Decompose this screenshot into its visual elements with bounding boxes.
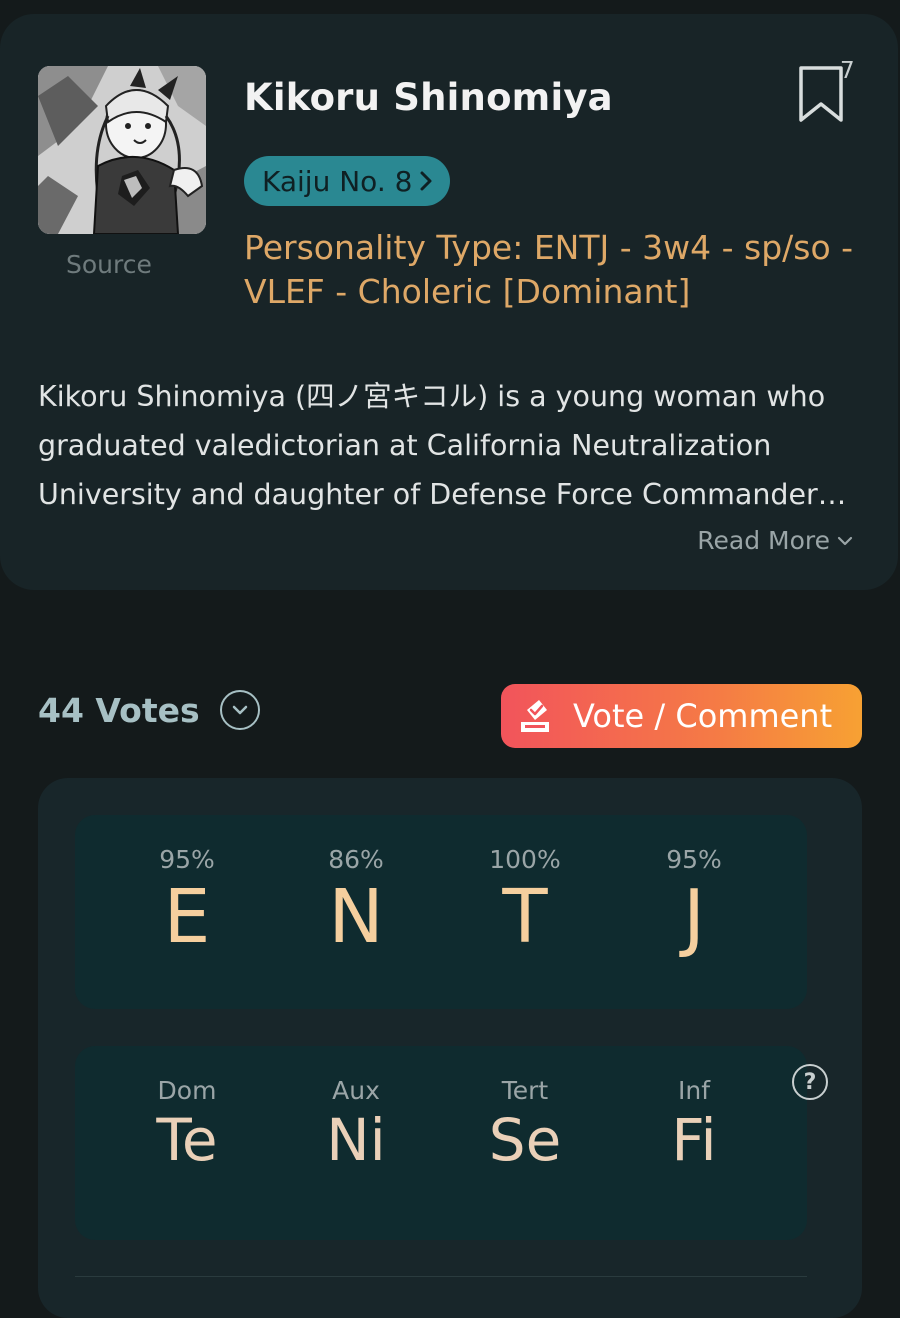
personality-type: Personality Type: ENTJ - 3w4 - sp/so - V… <box>244 228 854 311</box>
bookmark-button[interactable] <box>796 64 846 126</box>
type-letter: J <box>683 874 705 960</box>
ballot-icon <box>515 696 555 736</box>
votes-expand-button[interactable] <box>219 690 260 730</box>
mbti-letters-box: 95% E 86% N 100% T 95% J <box>75 815 807 1009</box>
function-position: Aux <box>332 1076 380 1105</box>
read-more-button[interactable]: Read More <box>697 526 854 555</box>
character-portrait[interactable] <box>38 66 206 234</box>
function-cell-inf: Inf Fi <box>614 1076 774 1175</box>
bookmark-count: 7 <box>840 58 855 84</box>
chevron-down-icon <box>837 536 853 545</box>
votes-summary: 44 Votes <box>38 690 260 730</box>
function-name: Fi <box>671 1106 717 1174</box>
vote-comment-button[interactable]: Vote / Comment <box>501 684 862 748</box>
votes-count: 44 Votes <box>38 690 200 730</box>
profile-card: Source Kikoru Shinomiya 7 Kaiju No. 8 Pe… <box>0 14 898 590</box>
question-circle-icon[interactable]: ? <box>792 1064 828 1100</box>
type-breakdown-panel: 95% E 86% N 100% T 95% J ? Dom Te Aux Ni… <box>38 778 862 1318</box>
type-letter: E <box>163 874 211 960</box>
letter-cell-n: 86% N <box>276 845 436 960</box>
function-name: Se <box>488 1106 562 1174</box>
cognitive-functions-box: ? Dom Te Aux Ni Tert Se Inf Fi <box>75 1046 828 1240</box>
function-position: Dom <box>157 1076 217 1105</box>
function-cell-dom: Dom Te <box>107 1076 267 1175</box>
function-name: Ni <box>326 1106 386 1174</box>
letter-percent: 86% <box>328 845 384 874</box>
function-position: Tert <box>501 1076 549 1105</box>
bookmark-icon <box>799 66 843 122</box>
series-label: Kaiju No. 8 <box>262 164 413 198</box>
character-portrait-image <box>38 66 206 234</box>
chevron-right-icon <box>420 171 432 191</box>
section-divider <box>75 1276 807 1277</box>
letter-percent: 95% <box>159 845 215 874</box>
read-more-label: Read More <box>697 526 830 555</box>
source-label[interactable]: Source <box>66 250 152 279</box>
type-letter: T <box>502 874 548 960</box>
letter-percent: 100% <box>489 845 561 874</box>
letter-cell-t: 100% T <box>445 845 605 960</box>
type-letter: N <box>328 874 384 960</box>
series-link-button[interactable]: Kaiju No. 8 <box>244 156 451 206</box>
function-cell-tert: Tert Se <box>445 1076 605 1175</box>
function-name: Te <box>156 1106 218 1174</box>
character-name: Kikoru Shinomiya <box>244 76 613 119</box>
vote-comment-label: Vote / Comment <box>573 697 833 735</box>
character-description: Kikoru Shinomiya (四ノ宮キコル) is a young wom… <box>38 380 826 511</box>
chevron-down-circle-icon <box>232 705 247 715</box>
function-position: Inf <box>677 1076 711 1105</box>
letter-cell-e: 95% E <box>107 845 267 960</box>
letter-percent: 95% <box>666 845 722 874</box>
function-cell-aux: Aux Ni <box>276 1076 436 1175</box>
letter-cell-j: 95% J <box>614 845 774 960</box>
